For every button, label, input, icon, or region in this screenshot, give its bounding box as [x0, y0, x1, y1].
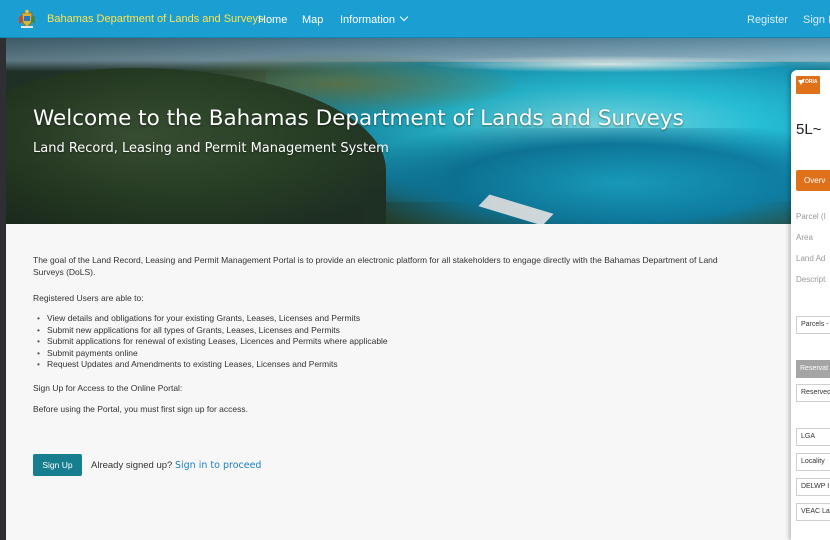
reservation-header: Reservat	[796, 360, 830, 378]
locality-field: Locality	[796, 453, 830, 471]
delwp-field: DELWP I	[796, 478, 830, 496]
nav-map[interactable]: Map	[302, 14, 323, 26]
main-page: Welcome to the Bahamas Department of Lan…	[6, 38, 830, 540]
veac-field: VEAC La	[796, 503, 830, 521]
hero-overlay	[6, 38, 830, 224]
nav-information-label: Information	[340, 14, 396, 26]
lga-field: LGA	[796, 428, 830, 446]
label-parcel: Parcel (I	[796, 212, 826, 221]
list-item: Submit new applications for all types of…	[37, 325, 823, 337]
intro-line-1: The goal of the Land Record, Leasing and…	[33, 255, 718, 265]
signup-instructions: Before using the Portal, you must first …	[33, 403, 248, 414]
registered-users-heading: Registered Users are able to:	[33, 293, 144, 303]
list-item: Submit payments online	[37, 348, 823, 360]
hero-banner: Welcome to the Bahamas Department of Lan…	[6, 38, 830, 224]
label-land-address: Land Ad	[796, 254, 826, 263]
intro-content: The goal of the Land Record, Leasing and…	[33, 254, 823, 415]
sign-in-link[interactable]: Sign in to proceed	[175, 460, 261, 471]
signup-cta: Sign Up Already signed up? Sign in to pr…	[33, 454, 261, 476]
victoria-logo: TORIA	[796, 76, 820, 94]
label-area: Area	[796, 233, 813, 242]
list-item: Submit applications for renewal of exist…	[37, 336, 823, 348]
nav-home[interactable]: Home	[258, 14, 287, 26]
list-item: Request Updates and Amendments to existi…	[37, 359, 823, 371]
hero-subtitle: Land Record, Leasing and Permit Manageme…	[33, 141, 389, 156]
intro-line-2: Surveys (DoLS).	[33, 267, 96, 277]
signup-heading: Sign Up for Access to the Online Portal:	[33, 382, 183, 393]
sign-up-button[interactable]: Sign Up	[33, 454, 82, 476]
intro-paragraph: The goal of the Land Record, Leasing and…	[33, 254, 813, 278]
parcels-select[interactable]: Parcels -	[796, 316, 830, 334]
top-navbar: Bahamas Department of Lands and Surveys …	[0, 0, 830, 38]
already-label: Already signed up?	[91, 459, 173, 471]
brand-name[interactable]: Bahamas Department of Lands and Surveys	[47, 13, 263, 25]
list-item: View details and obligations for your ex…	[37, 313, 823, 325]
benefits-list: View details and obligations for your ex…	[37, 313, 823, 371]
nav-information[interactable]: Information	[340, 12, 409, 26]
nav-register[interactable]: Register	[747, 14, 788, 26]
chevron-down-icon	[399, 12, 409, 22]
already-signed-up-text: Already signed up? Sign in to proceed	[91, 460, 261, 471]
panel-title: 5L~	[796, 121, 822, 138]
parcel-details-panel: TORIA 5L~ Overv Parcel (I Area Land Ad D…	[791, 70, 830, 540]
hero-title: Welcome to the Bahamas Department of Lan…	[33, 106, 684, 131]
brand[interactable]: Bahamas Department of Lands and Surveys	[16, 7, 263, 30]
victoria-logo-text: TORIA	[802, 79, 818, 85]
reserved-field: Reserved	[796, 384, 830, 402]
coat-of-arms-icon	[16, 7, 38, 30]
tab-overview[interactable]: Overv	[796, 170, 830, 191]
label-description: Descript	[796, 275, 826, 284]
nav-sign-in[interactable]: Sign In	[803, 14, 830, 26]
